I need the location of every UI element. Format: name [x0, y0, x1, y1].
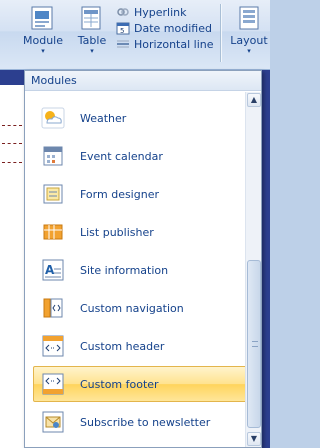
module-item-form-designer[interactable]: Form designer: [33, 176, 245, 212]
modules-dropdown-panel: Modules Weather Event calendar Form desi…: [24, 70, 262, 448]
scroll-down-button[interactable]: ▼: [247, 432, 261, 446]
dashed-guide: [2, 143, 22, 144]
table-dropdown-caret: ▾: [90, 47, 94, 55]
vertical-scrollbar[interactable]: ▲ ▼: [245, 92, 261, 447]
hyperlink-button[interactable]: Hyperlink: [116, 4, 216, 20]
svg-text:5: 5: [120, 27, 124, 35]
svg-text:A: A: [45, 263, 55, 277]
modules-list: Weather Event calendar Form designer Lis…: [25, 92, 245, 447]
date-modified-button[interactable]: 5 Date modified: [116, 20, 216, 36]
module-item-label: Weather: [80, 111, 127, 125]
module-item-label: List publisher: [80, 225, 154, 239]
document-margin: [0, 85, 24, 448]
module-dropdown-caret: ▾: [41, 47, 45, 55]
module-button-label: Module: [23, 34, 63, 47]
module-item-list-publisher[interactable]: List publisher: [33, 214, 245, 250]
event-calendar-icon: [43, 146, 63, 166]
dashed-guide: [2, 162, 22, 163]
date-modified-label: Date modified: [134, 21, 212, 35]
module-item-label: Site information: [80, 263, 169, 277]
weather-icon: [41, 107, 65, 129]
module-item-custom-navigation[interactable]: Custom navigation: [33, 290, 245, 326]
insert-small-buttons: Hyperlink 5 Date modified Horizontal lin…: [116, 4, 216, 52]
layout-dropdown-caret: ▾: [247, 47, 251, 55]
list-item[interactable]: [33, 92, 245, 98]
module-item-label: Custom footer: [80, 377, 159, 391]
hyperlink-label: Hyperlink: [134, 5, 187, 19]
date-modified-icon: 5: [116, 22, 130, 35]
module-item-event-calendar[interactable]: Event calendar: [33, 138, 245, 174]
module-item-subscribe-to-newsletter[interactable]: Subscribe to newsletter: [33, 404, 245, 440]
custom-header-icon: [42, 335, 64, 357]
site-information-icon: A: [42, 259, 64, 281]
module-item-label: Custom navigation: [80, 301, 184, 315]
module-item-label: Custom header: [80, 339, 165, 353]
custom-footer-icon: [42, 373, 64, 395]
module-item-site-information[interactable]: A Site information: [33, 252, 245, 288]
module-icon: [31, 6, 53, 30]
scrollbar-thumb[interactable]: [247, 260, 261, 428]
form-designer-icon: [43, 184, 63, 204]
layout-button[interactable]: Layout ▾: [228, 4, 270, 64]
module-item-label: Event calendar: [80, 149, 163, 163]
module-item-label: Form designer: [80, 187, 159, 201]
dashed-guide: [2, 125, 22, 126]
table-button[interactable]: Table ▾: [74, 4, 110, 64]
module-item-label: Subscribe to newsletter: [80, 415, 211, 429]
module-button[interactable]: Module ▾: [20, 4, 66, 64]
custom-navigation-icon: [43, 298, 63, 318]
table-button-label: Table: [77, 34, 107, 47]
layout-button-label: Layout: [230, 34, 268, 47]
horizontal-line-label: Horizontal line: [134, 37, 214, 51]
scroll-up-button[interactable]: ▲: [247, 93, 261, 107]
ribbon-separator-highlight: [221, 4, 222, 62]
horizontal-line-button[interactable]: Horizontal line: [116, 36, 216, 52]
ribbon-toolbar: Module ▾ Table ▾ Hyperlink 5 Date modifi…: [0, 0, 270, 70]
module-item-custom-header[interactable]: Custom header: [33, 328, 245, 364]
module-item-custom-footer[interactable]: Custom footer: [33, 366, 245, 402]
horizontal-line-icon: [117, 40, 129, 48]
module-item-weather[interactable]: Weather: [33, 100, 245, 136]
list-publisher-icon: [43, 224, 63, 240]
panel-title: Modules: [25, 71, 261, 91]
table-icon: [81, 6, 101, 30]
layout-icon: [239, 6, 259, 30]
hyperlink-icon: [117, 8, 129, 16]
scrollbar-grip: [252, 341, 258, 347]
subscribe-newsletter-icon: [42, 411, 64, 433]
